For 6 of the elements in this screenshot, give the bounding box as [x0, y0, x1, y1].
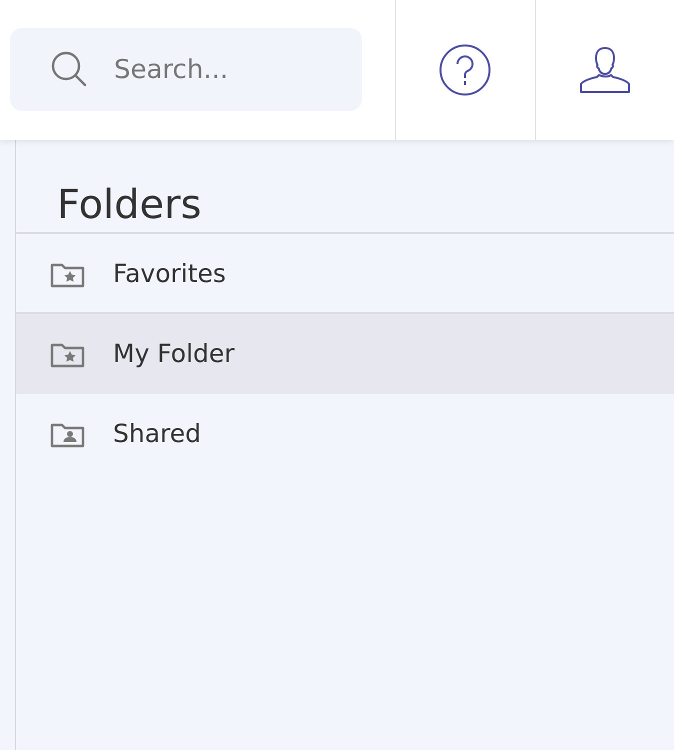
- folder-item[interactable]: My Folder: [16, 314, 674, 394]
- user-icon: [578, 45, 631, 95]
- panel-title: Folders: [16, 140, 674, 234]
- search-field[interactable]: Search...: [10, 28, 362, 111]
- folder-item[interactable]: Shared: [16, 394, 674, 474]
- help-icon: [439, 44, 492, 96]
